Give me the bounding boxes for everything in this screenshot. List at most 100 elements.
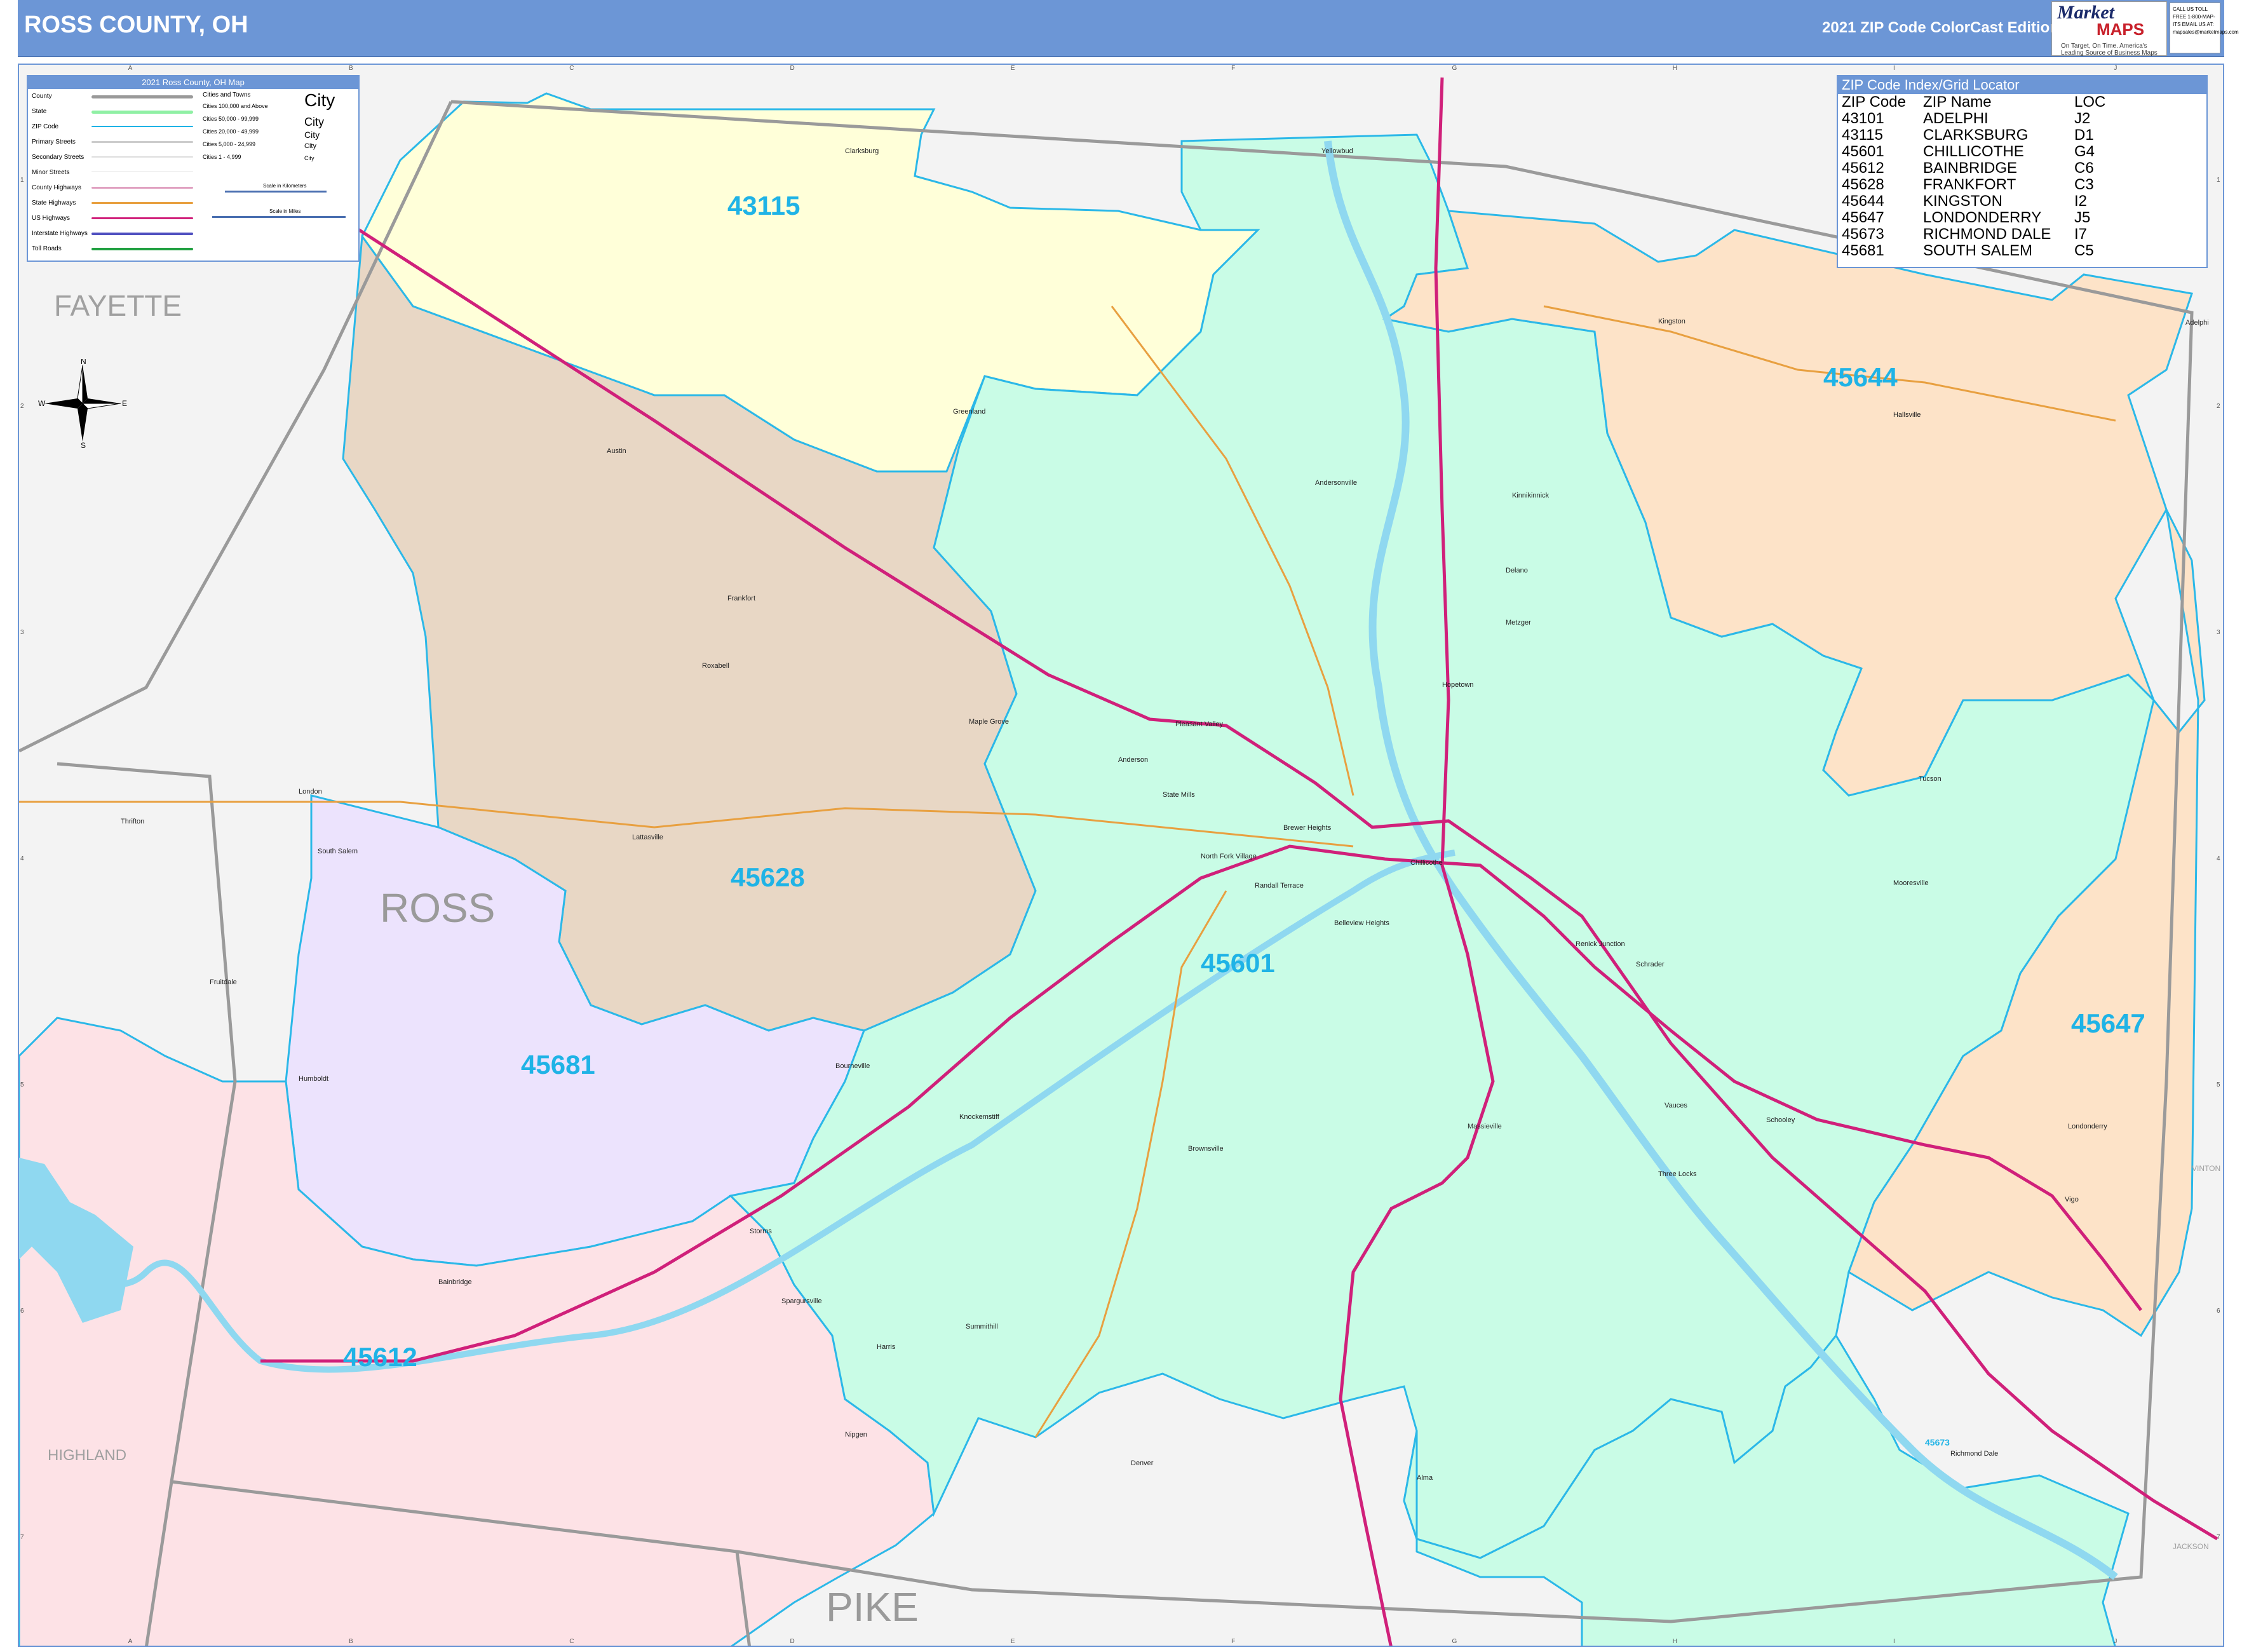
town-belleview-heights: Belleview Heights [1334, 919, 1389, 927]
town-state-mills: State Mills [1163, 791, 1195, 799]
grid-row-label: 3 [2217, 629, 2220, 636]
county-label-vinton: VINTON [2192, 1164, 2221, 1173]
legend-toll: Toll Roads [32, 245, 62, 252]
grid-col-label: H [1672, 1638, 1677, 1645]
grid-col-label: G [1452, 65, 1457, 72]
zip-index-row: 43115 CLARKSBURG D1 [1839, 127, 2108, 144]
legend-swatch-zip [91, 126, 193, 127]
zip-loc-cell: I7 [2074, 226, 2088, 243]
edition-label: 2021 ZIP Code ColorCast Edition [1822, 19, 2059, 36]
legend-swatch-primary [91, 141, 193, 143]
grid-row-label: 5 [2217, 1081, 2220, 1088]
scale-mi-bar [212, 216, 346, 218]
zip-code-cell: 45628 [1842, 176, 1884, 193]
map-canvas[interactable]: 43115 45644 45628 45601 45681 45647 4561… [18, 64, 2224, 1647]
town-maple-grove: Maple Grove [969, 718, 1009, 726]
town-vigo: Vigo [2065, 1196, 2079, 1203]
legend-secondary: Secondary Streets [32, 154, 84, 161]
grid-row-label: 5 [20, 1081, 24, 1088]
legend-city-size-5: Cities 1 - 4,999 [203, 154, 241, 160]
legend-city-size-4: Cities 5,000 - 24,999 [203, 141, 256, 147]
town-north-fork-village: North Fork Village [1201, 853, 1257, 860]
zip-index-grid: ZIP Code ZIP Name LOC 43101 ADELPHI J2 431… [1839, 94, 2108, 259]
zip-index-row: 45644 KINGSTON I2 [1839, 193, 2108, 210]
grid-col-label: B [348, 65, 353, 72]
grid-col-label: E [1010, 65, 1015, 72]
town-delano: Delano [1506, 567, 1528, 574]
map-title: ROSS COUNTY, OH [24, 11, 248, 38]
zip-name-cell: KINGSTON [1923, 193, 2002, 210]
col-zip-code: ZIP Code [1842, 93, 1906, 111]
zip-index-title: ZIP Code Index/Grid Locator [1838, 76, 2206, 94]
legend-title: 2021 Ross County, OH Map [28, 76, 358, 89]
compass-n: N [81, 359, 86, 366]
zip-code-cell: 43101 [1842, 110, 1884, 127]
grid-row-label: 2 [2217, 403, 2220, 410]
town-anderson: Anderson [1118, 756, 1149, 764]
town-kinnikinnick: Kinnikinnick [1512, 492, 1550, 499]
zip-index-row: 45601 CHILLICOTHE G4 [1839, 144, 2108, 160]
zip-loc-cell: J5 [2074, 209, 2091, 226]
grid-col-label: D [790, 1638, 795, 1645]
map-svg [19, 65, 2223, 1646]
grid-col-label: J [2114, 65, 2117, 72]
town-massieville: Massieville [1468, 1123, 1502, 1130]
grid-col-label: C [569, 1638, 574, 1645]
county-label-jackson: JACKSON [2173, 1542, 2209, 1551]
legend-primary: Primary Streets [32, 139, 76, 146]
legend-swatch-toll [91, 248, 193, 250]
grid-col-label: F [1231, 1638, 1236, 1645]
legend-scale-mi: Scale in Miles [269, 208, 301, 214]
zip-index-row: 45628 FRANKFORT C3 [1839, 177, 2108, 193]
town-yellowbud: Yellowbud [1321, 147, 1353, 155]
zip-name-cell: CLARKSBURG [1923, 126, 2029, 144]
zip-index-row: 45647 LONDONDERRY J5 [1839, 210, 2108, 226]
legend-city-sample-2: City [304, 116, 324, 128]
compass-rose-icon: N S W E [38, 359, 127, 448]
grid-row-label: 7 [20, 1534, 24, 1541]
zip-index-row: 43101 ADELPHI J2 [1839, 111, 2108, 127]
grid-col-label: D [790, 65, 795, 72]
legend-state-hwy: State Highways [32, 200, 76, 207]
grid-col-label: B [348, 1638, 353, 1645]
legend-state: State [32, 108, 47, 115]
zip-loc-cell: G4 [2074, 143, 2095, 160]
town-pleasant-valley: Pleasant Valley [1175, 721, 1224, 728]
compass-e: E [122, 399, 127, 408]
zip-loc-cell: J2 [2074, 110, 2091, 127]
grid-col-label: J [2114, 1638, 2117, 1645]
grid-col-label: C [569, 65, 574, 72]
legend-swatch-state-hwy [91, 202, 193, 204]
zip-name-cell: SOUTH SALEM [1923, 242, 2033, 259]
title-bar: ROSS COUNTY, OH 2021 ZIP Code ColorCast … [18, 0, 2239, 57]
town-thrifton: Thrifton [121, 818, 145, 825]
market-maps-logo[interactable]: Market MAPS On Target, On Time. America'… [2051, 1, 2167, 57]
grid-row-label: 2 [20, 403, 24, 410]
zip-label-43115: 43115 [727, 191, 800, 220]
legend-zip: ZIP Code [32, 123, 59, 130]
town-south-salem: South Salem [318, 848, 358, 855]
town-greenland: Greenland [953, 408, 986, 416]
zip-name-cell: BAINBRIDGE [1923, 159, 2018, 177]
town-londonderry: Londonderry [2068, 1123, 2107, 1130]
town-brewer-heights: Brewer Heights [1283, 824, 1332, 832]
grid-row-label: 1 [2217, 177, 2220, 184]
town-fruitdale: Fruitdale [210, 978, 237, 986]
legend-city-size-2: Cities 50,000 - 99,999 [203, 116, 259, 122]
grid-col-label: I [1893, 65, 1895, 72]
town-hopetown: Hopetown [1442, 681, 1474, 689]
zip-label-45601: 45601 [1201, 948, 1275, 978]
legend-swatch-county-hwy [91, 187, 193, 189]
zip-code-cell: 45612 [1842, 159, 1884, 177]
town-bourneville: Bourneville [835, 1062, 870, 1070]
town-roxabell: Roxabell [702, 662, 729, 670]
zip-label-45628: 45628 [731, 862, 805, 892]
town-mooresville: Mooresville [1893, 879, 1929, 887]
zip-label-45647: 45647 [2071, 1008, 2145, 1038]
legend-swatch-county [91, 95, 193, 98]
town-clarksburg: Clarksburg [845, 147, 879, 155]
zip-index-row: 45612 BAINBRIDGE C6 [1839, 160, 2108, 177]
legend-city-sample-5: City [304, 155, 314, 161]
legend-swatch-us-hwy [91, 217, 193, 219]
zip-code-cell: 45647 [1842, 209, 1884, 226]
